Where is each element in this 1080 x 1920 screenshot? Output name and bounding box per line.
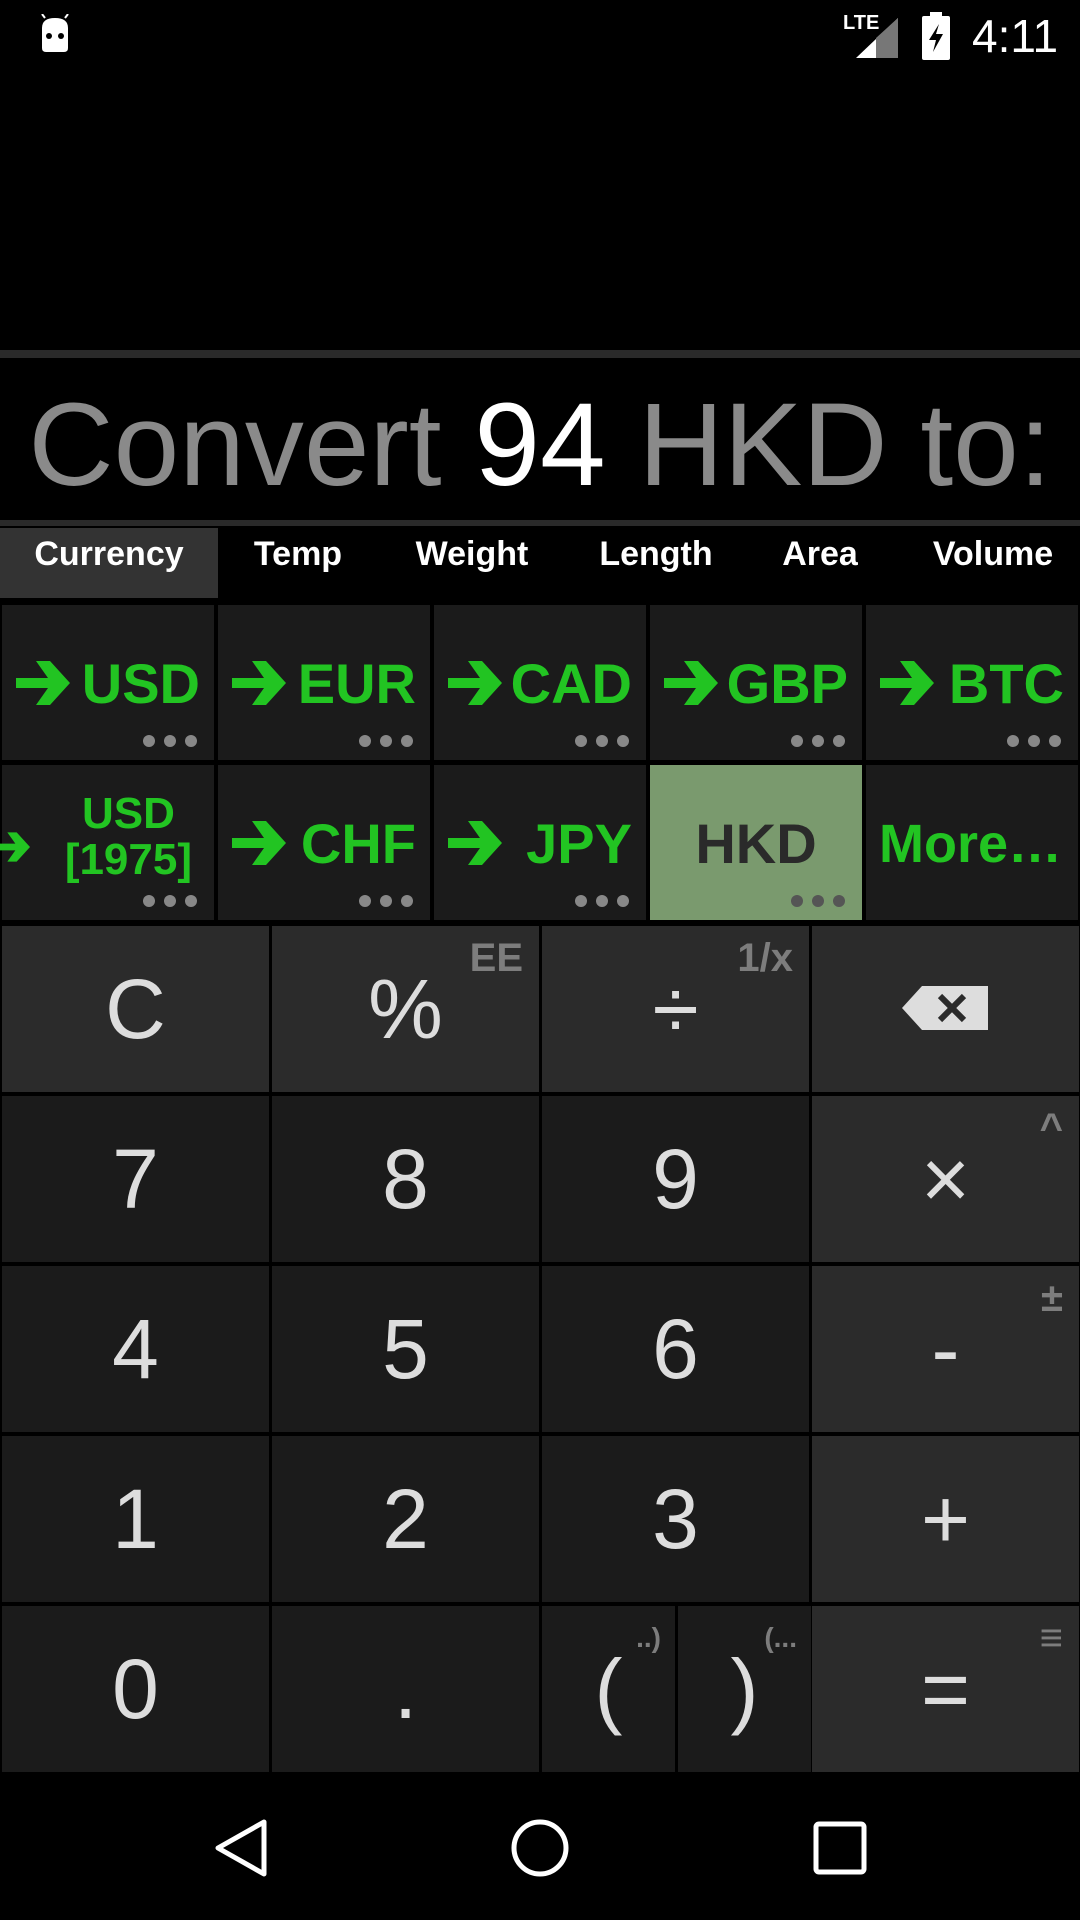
currency-usd-button[interactable]: USD <box>2 605 214 760</box>
arrow-right-icon <box>16 661 70 705</box>
currency-cad-button[interactable]: CAD <box>434 605 646 760</box>
digit-2-button[interactable]: 2 <box>272 1436 539 1602</box>
open-paren-button[interactable]: ( ..) <box>542 1606 675 1772</box>
percent-button[interactable]: % EE <box>272 926 539 1092</box>
currency-code: CHF <box>300 812 416 875</box>
tab-currency[interactable]: Currency <box>0 528 218 598</box>
prompt-suffix: HKD to: <box>638 379 1052 511</box>
arrow-right-icon <box>232 661 286 705</box>
conversion-prompt: Convert 94 HKD to: <box>0 380 1080 510</box>
arrow-right-icon <box>232 821 286 865</box>
arrow-right-icon <box>448 821 502 865</box>
minus-button[interactable]: - ± <box>812 1266 1079 1432</box>
cell-signal-icon <box>856 18 898 58</box>
prompt-divider <box>0 520 1080 526</box>
prompt-prefix: Convert <box>28 379 442 511</box>
history-alt-label: ≡ <box>1039 1616 1063 1660</box>
more-options-icon[interactable] <box>790 894 846 908</box>
currency-hkd-button-selected[interactable]: HKD <box>650 765 862 920</box>
close-paren-alt-label: (... <box>764 1622 797 1653</box>
plus-minus-alt-label: ± <box>1041 1276 1063 1320</box>
ee-alt-label: EE <box>469 936 523 980</box>
android-debug-icon <box>41 14 69 52</box>
currency-jpy-button[interactable]: JPY <box>434 765 646 920</box>
currency-chf-button[interactable]: CHF <box>218 765 430 920</box>
digit-4-button[interactable]: 4 <box>2 1266 269 1432</box>
minus-label: - <box>931 1302 960 1396</box>
digit-8-button[interactable]: 8 <box>272 1096 539 1262</box>
divide-button[interactable]: ÷ 1/x <box>542 926 809 1092</box>
more-options-icon[interactable] <box>358 734 414 748</box>
close-paren-button[interactable]: ) (... <box>678 1606 811 1772</box>
backspace-icon <box>902 986 988 1030</box>
more-options-icon[interactable] <box>142 894 198 908</box>
currency-btc-button[interactable]: BTC <box>866 605 1078 760</box>
navigation-bar <box>0 1780 1080 1920</box>
tab-temp[interactable]: Temp <box>228 528 368 598</box>
currency-gbp-button[interactable]: GBP <box>650 605 862 760</box>
status-bar: LTE 4:11 <box>0 0 1080 72</box>
more-label: More… <box>878 814 1062 874</box>
back-icon[interactable] <box>212 1818 272 1878</box>
display-divider <box>0 350 1080 358</box>
amount-value: 94 <box>474 379 606 511</box>
clear-button[interactable]: C <box>2 926 269 1092</box>
tab-area[interactable]: Area <box>760 528 880 598</box>
more-options-icon[interactable] <box>1006 734 1062 748</box>
currency-eur-button[interactable]: EUR <box>218 605 430 760</box>
currency-code: HKD <box>695 812 817 875</box>
digit-3-button[interactable]: 3 <box>542 1436 809 1602</box>
category-tabs: Currency Temp Weight Length Area Volume <box>0 528 1080 598</box>
multiply-label: × <box>920 1132 971 1226</box>
currency-code: CAD <box>510 652 632 715</box>
open-paren-label: ( <box>594 1642 623 1736</box>
decimal-point-button[interactable]: . <box>272 1606 539 1772</box>
tab-volume[interactable]: Volume <box>910 528 1076 598</box>
currency-code-line2: [1975] <box>64 835 192 884</box>
reciprocal-alt-label: 1/x <box>737 936 793 980</box>
recents-icon[interactable] <box>812 1820 868 1876</box>
clock: 4:11 <box>972 10 1059 62</box>
digit-9-button[interactable]: 9 <box>542 1096 809 1262</box>
currency-code: JPY <box>526 812 632 875</box>
battery-charging-icon <box>922 12 950 60</box>
equals-button[interactable]: = ≡ <box>812 1606 1079 1772</box>
arrow-right-icon <box>664 661 718 705</box>
arrow-right-icon <box>0 832 30 862</box>
plus-button[interactable]: + <box>812 1436 1079 1602</box>
digit-7-button[interactable]: 7 <box>2 1096 269 1262</box>
arrow-right-icon <box>880 661 934 705</box>
power-alt-label: ^ <box>1039 1106 1063 1150</box>
more-options-icon[interactable] <box>574 734 630 748</box>
digit-5-button[interactable]: 5 <box>272 1266 539 1432</box>
currency-code: EUR <box>297 652 416 715</box>
currency-code: USD <box>81 652 200 715</box>
digit-1-button[interactable]: 1 <box>2 1436 269 1602</box>
backspace-button[interactable] <box>812 926 1079 1092</box>
open-paren-alt-label: ..) <box>636 1622 661 1653</box>
multiply-button[interactable]: × ^ <box>812 1096 1079 1262</box>
more-options-icon[interactable] <box>574 894 630 908</box>
currency-usd-1975-button[interactable]: USD [1975] <box>0 765 214 920</box>
more-currencies-button[interactable]: More… <box>866 765 1078 920</box>
currency-code: GBP <box>726 652 848 715</box>
tab-weight[interactable]: Weight <box>392 528 552 598</box>
digit-6-button[interactable]: 6 <box>542 1266 809 1432</box>
tab-length[interactable]: Length <box>576 528 736 598</box>
divide-label: ÷ <box>652 962 699 1056</box>
currency-code-line1: USD <box>81 789 175 838</box>
home-icon[interactable] <box>510 1818 570 1878</box>
digit-0-button[interactable]: 0 <box>2 1606 269 1772</box>
arrow-right-icon <box>448 661 502 705</box>
percent-label: % <box>368 962 443 1056</box>
equals-label: = <box>920 1642 971 1736</box>
currency-code: USD [1975] <box>65 791 192 883</box>
more-options-icon[interactable] <box>358 894 414 908</box>
close-paren-label: ) <box>730 1642 759 1736</box>
currency-code: BTC <box>948 652 1064 715</box>
more-options-icon[interactable] <box>142 734 198 748</box>
more-options-icon[interactable] <box>790 734 846 748</box>
